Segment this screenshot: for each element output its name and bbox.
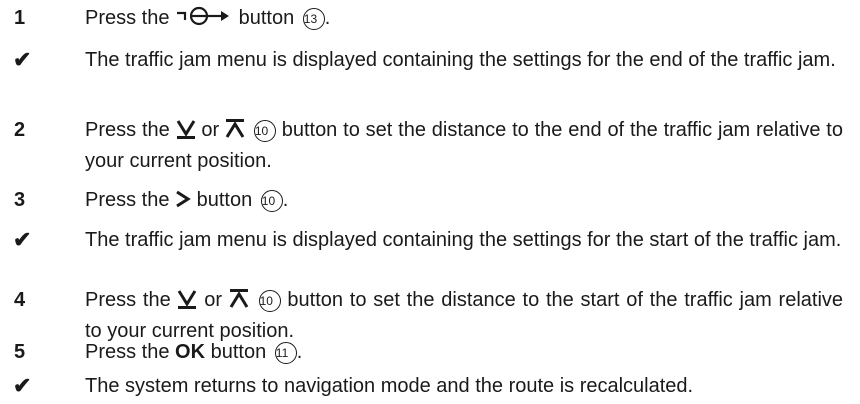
arrow-down-icon <box>176 119 196 147</box>
step-number: 2 <box>14 119 26 141</box>
reference-number: 13 <box>302 8 325 30</box>
checkmark-icon: ✔ <box>13 227 32 252</box>
step-text: Press the OK button 11. <box>85 341 303 364</box>
step-number: 3 <box>14 189 26 211</box>
arrow-right-icon <box>175 189 191 217</box>
checkmark-icon: ✔ <box>13 373 32 398</box>
reference-number: 11 <box>274 342 297 364</box>
reference-number: 10 <box>260 190 283 212</box>
step-text: Press the button 10. <box>85 186 843 217</box>
instruction-list: 1 Press the button 13. ✔ The traffic jam… <box>0 0 860 404</box>
step-text: Press the or 10 button to set the distan… <box>85 119 843 172</box>
traffic-jam-button-icon <box>175 5 233 35</box>
step-number: 1 <box>14 7 26 29</box>
result-text: The traffic jam menu is displayed contai… <box>85 229 842 251</box>
result-text: The system returns to navigation mode an… <box>85 375 694 397</box>
reference-number: 10 <box>258 290 281 312</box>
step-number: 5 <box>14 341 26 363</box>
ok-button-label: OK <box>175 341 206 363</box>
checkmark-icon: ✔ <box>13 47 32 72</box>
step-number: 4 <box>14 289 26 311</box>
arrow-up-icon <box>229 289 249 317</box>
reference-number: 10 <box>253 120 276 142</box>
arrow-down-icon <box>177 289 197 317</box>
step-text: Press the or 10 button to set the distan… <box>85 289 844 342</box>
step-text: Press the button 13. <box>85 4 843 35</box>
arrow-up-icon <box>225 119 245 147</box>
result-text: The traffic jam menu is displayed contai… <box>85 49 836 71</box>
